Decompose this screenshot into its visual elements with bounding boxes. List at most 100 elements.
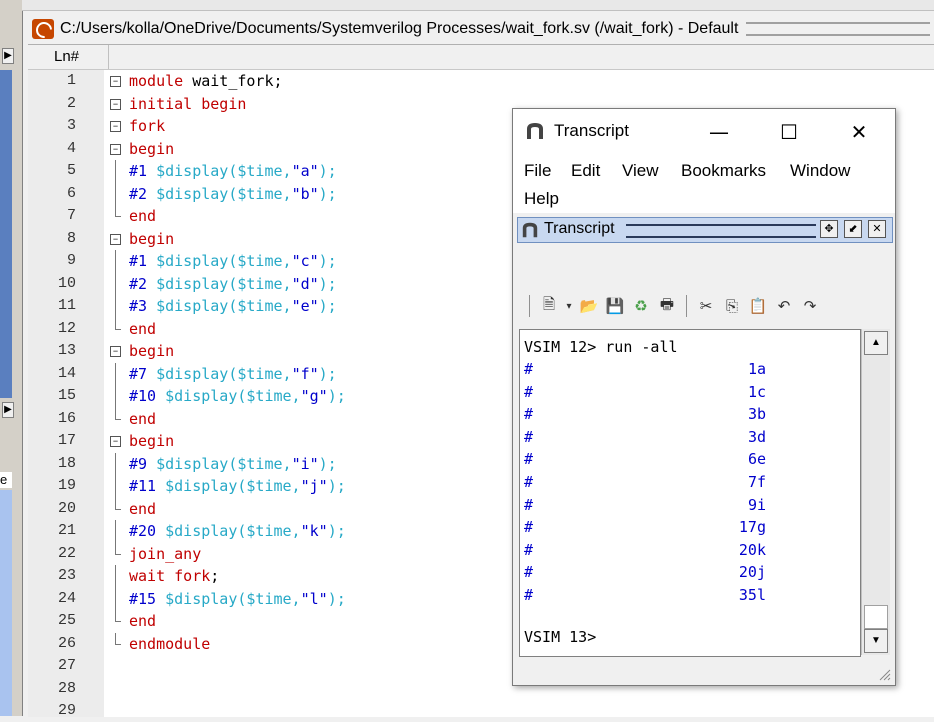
code-line[interactable]: begin <box>129 228 174 250</box>
paste-icon[interactable]: 📋 <box>747 295 769 317</box>
open-folder-icon[interactable]: 📂 <box>578 295 600 317</box>
new-file-icon[interactable]: 🗎 <box>538 295 560 317</box>
code-line[interactable]: #7 $display($time,"f"); <box>129 363 337 385</box>
code-line[interactable]: #10 $display($time,"g"); <box>129 385 346 407</box>
undo-icon[interactable]: ↶ <box>773 295 795 317</box>
code-token: begin <box>129 139 175 158</box>
scroll-down-icon[interactable]: ▼ <box>864 629 888 653</box>
line-number: 3 <box>66 117 76 134</box>
code-line[interactable]: join_any <box>129 543 201 565</box>
scroll-thumb[interactable] <box>864 605 888 629</box>
transcript-window[interactable]: Transcript — ☐ ✕ File Edit View Bookmark… <box>512 108 896 686</box>
menu-bookmarks[interactable]: Bookmarks <box>681 161 766 181</box>
line-number: 12 <box>57 319 76 337</box>
code-line[interactable]: begin <box>129 138 174 160</box>
fold-toggle-icon[interactable]: − <box>110 76 121 87</box>
code-line[interactable]: begin <box>129 430 174 452</box>
code-line[interactable]: #2 $display($time,"b"); <box>129 183 337 205</box>
save-icon[interactable]: 💾 <box>604 295 626 317</box>
dropdown-arrow-icon[interactable]: ▾ <box>564 295 574 317</box>
fold-toggle-icon[interactable]: − <box>110 436 121 447</box>
code-token: $display($time, <box>165 589 301 608</box>
code-line[interactable]: endmodule <box>129 633 210 655</box>
copy-icon[interactable]: ⎘ <box>721 295 743 317</box>
code-line[interactable]: begin <box>129 340 174 362</box>
transcript-title-bar[interactable]: Transcript — ☐ ✕ <box>513 109 895 155</box>
cut-icon[interactable]: ✂ <box>695 295 717 317</box>
dock-close-icon[interactable]: ✕ <box>868 220 886 238</box>
code-token: $display($time, <box>165 522 301 540</box>
code-token: #2 <box>129 274 148 293</box>
code-token: $display($time, <box>156 297 292 315</box>
code-line[interactable]: end <box>129 318 156 340</box>
code-line[interactable]: fork <box>129 115 165 137</box>
fold-toggle-icon[interactable]: − <box>110 346 121 357</box>
reload-icon[interactable]: ♻ <box>630 295 652 317</box>
title-grip[interactable] <box>746 22 930 36</box>
code-token: "k" <box>300 522 328 540</box>
dock-pin-icon[interactable]: ✥ <box>820 220 838 238</box>
fold-toggle-icon[interactable]: − <box>110 143 121 155</box>
code-line[interactable]: #9 $display($time,"i"); <box>129 453 337 475</box>
code-line[interactable]: end <box>129 408 156 430</box>
fold-guide <box>115 385 116 408</box>
code-line[interactable]: wait fork; <box>129 565 219 587</box>
code-token: ); <box>318 274 337 293</box>
menu-view[interactable]: View <box>622 161 659 181</box>
undock-icon[interactable]: ⬋ <box>844 220 862 238</box>
code-line[interactable]: #1 $display($time,"c"); <box>129 250 337 272</box>
code-line[interactable]: initial begin <box>129 93 246 115</box>
redo-icon[interactable]: ↷ <box>799 295 821 317</box>
console-output-value: 20k <box>738 540 766 559</box>
code-token: begin <box>129 432 175 450</box>
code-token: join_any <box>129 544 202 563</box>
resize-grip-icon[interactable] <box>877 667 891 681</box>
minimize-button[interactable]: — <box>699 117 739 147</box>
fold-end-tick <box>115 643 121 645</box>
expand-arrow-icon[interactable]: ▶ <box>2 48 14 64</box>
code-line[interactable]: #3 $display($time,"e"); <box>129 295 337 317</box>
editor-title-bar: C:/Users/kolla/OneDrive/Documents/System… <box>28 16 934 42</box>
fold-guide <box>115 362 116 385</box>
print-icon[interactable]: 🖶 <box>656 295 678 317</box>
code-token: ); <box>327 477 346 495</box>
line-number: 9 <box>66 252 76 269</box>
fold-toggle-icon[interactable]: − <box>110 233 121 245</box>
menu-help[interactable]: Help <box>524 189 559 209</box>
transcript-app-icon <box>527 123 543 139</box>
code-line[interactable]: end <box>129 610 156 632</box>
line-number: 23 <box>57 567 76 584</box>
transcript-console[interactable]: VSIM 12> run -all #1a #1c #3b #3d #6e #7f #9i #… <box>519 329 861 657</box>
menu-file[interactable]: File <box>524 161 551 181</box>
code-line[interactable]: #2 $display($time,"d"); <box>129 273 337 295</box>
dock-grip[interactable] <box>626 224 816 238</box>
scroll-up-icon[interactable]: ▲ <box>864 331 888 355</box>
code-line[interactable]: module wait_fork; <box>129 70 283 92</box>
code-line[interactable]: #1 $display($time,"a"); <box>129 160 337 182</box>
maximize-button[interactable]: ☐ <box>769 117 809 147</box>
scroll-right-icon[interactable]: ▶ <box>2 402 14 418</box>
fold-end-tick <box>115 508 121 510</box>
close-button[interactable]: ✕ <box>839 117 879 147</box>
line-number: 2 <box>66 94 76 112</box>
code-token: end <box>129 409 157 428</box>
code-line[interactable]: #11 $display($time,"j"); <box>129 475 346 497</box>
console-prompt[interactable]: VSIM 13> <box>524 626 596 648</box>
code-line[interactable]: end <box>129 205 156 227</box>
code-token: #11 <box>129 477 157 495</box>
code-line[interactable]: #20 $display($time,"k"); <box>129 520 346 542</box>
code-token: end <box>129 207 157 225</box>
code-line[interactable]: #15 $display($time,"l"); <box>129 588 346 610</box>
fold-toggle-icon[interactable]: − <box>110 121 121 132</box>
dock-title-bar[interactable]: Transcript ✥ ⬋ ✕ <box>517 217 893 243</box>
code-token: endmodule <box>129 634 211 653</box>
line-number: 26 <box>57 634 76 652</box>
code-line[interactable]: end <box>129 498 156 520</box>
menu-window[interactable]: Window <box>790 161 850 181</box>
line-number: 20 <box>57 499 76 517</box>
menu-edit[interactable]: Edit <box>571 161 600 181</box>
console-scrollbar[interactable]: ▲ ▼ <box>861 329 890 655</box>
fold-toggle-icon[interactable]: − <box>110 98 121 110</box>
